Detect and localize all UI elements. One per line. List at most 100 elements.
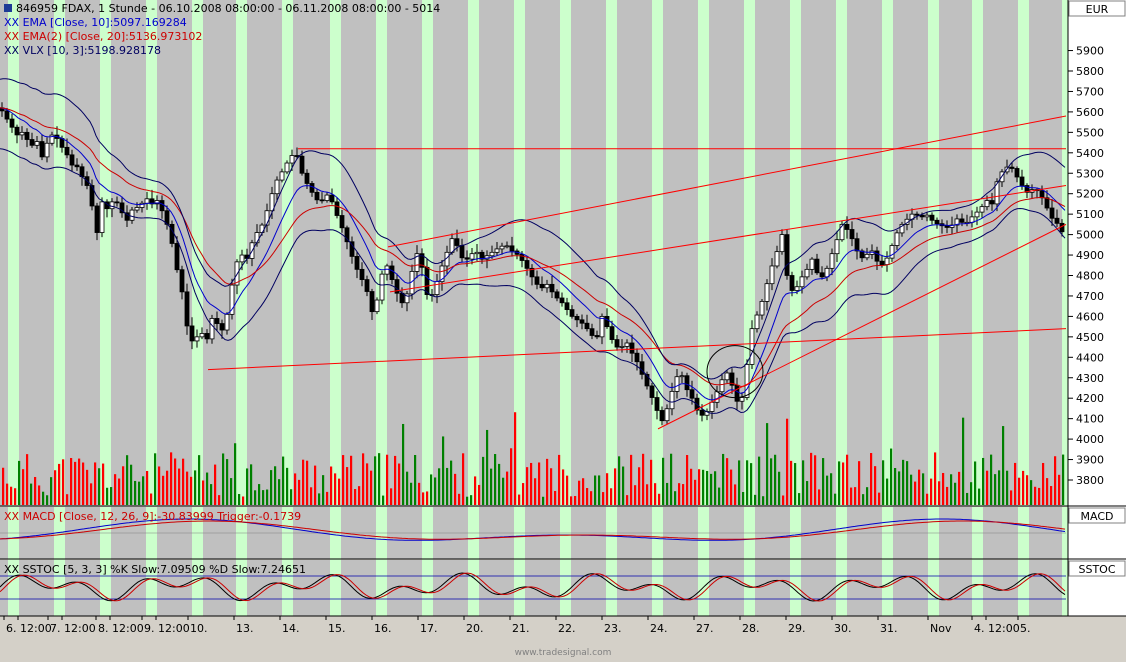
session-stripe: [744, 507, 755, 616]
volume-bar: [266, 489, 269, 505]
volume-bar: [210, 484, 213, 505]
volume-bar: [466, 496, 469, 505]
candle-body: [654, 397, 660, 411]
volume-bar: [778, 471, 781, 505]
candle-body: [769, 265, 775, 285]
volume-bar: [502, 477, 505, 505]
volume-bar: [186, 471, 189, 505]
volume-bar: [598, 475, 601, 505]
volume-bar: [858, 461, 861, 505]
volume-bar: [202, 480, 205, 505]
volume-bar: [1022, 470, 1025, 505]
volume-bar: [254, 490, 257, 505]
macd-tag: MACD: [1081, 510, 1114, 523]
volume-bar: [306, 460, 309, 505]
session-stripe: [606, 507, 617, 616]
volume-bar: [38, 485, 41, 505]
volume-bar: [418, 482, 421, 505]
candle-body: [589, 328, 595, 336]
volume-bar: [474, 476, 477, 505]
y-tick-label: 5600: [1076, 106, 1104, 119]
volume-bar: [558, 454, 561, 505]
volume-bar: [710, 473, 713, 505]
volume-bar: [878, 492, 881, 505]
candle-body: [384, 265, 390, 275]
volume-bar: [646, 484, 649, 505]
candle-body: [299, 155, 305, 174]
ema20-legend: XX EMA(2) [Close, 20]:5136.973102: [4, 30, 202, 43]
candle-body: [59, 138, 65, 148]
y-tick-label: 4100: [1076, 413, 1104, 426]
volume-bar: [666, 482, 669, 505]
x-tick-label: 9.: [144, 622, 155, 635]
y-tick-label: 5200: [1076, 188, 1104, 201]
volume-bar: [614, 468, 617, 505]
session-stripe: [100, 0, 111, 506]
volume-bar: [870, 453, 873, 505]
volume-bar: [1038, 487, 1041, 505]
volume-bar: [958, 471, 961, 505]
candle-body: [334, 201, 340, 216]
x-tick-label: 23.: [604, 622, 622, 635]
watermark: www.tradesignal.com: [515, 648, 612, 658]
volume-bar: [230, 478, 233, 505]
session-stripe: [376, 0, 387, 506]
candle-body: [424, 266, 430, 295]
volume-bar: [410, 482, 413, 505]
candle-body: [674, 376, 680, 392]
volume-bar: [358, 486, 361, 505]
volume-bar: [114, 474, 117, 505]
candle-body: [274, 179, 280, 195]
session-stripe: [928, 0, 939, 506]
candle-body: [944, 225, 950, 228]
y-tick-label: 5100: [1076, 208, 1104, 221]
candle-body: [814, 258, 820, 274]
candle-body: [304, 172, 310, 184]
volume-bar: [602, 492, 605, 505]
y-tick-label: 4900: [1076, 249, 1104, 262]
symbol-title: 846959 FDAX, 1 Stunde - 06.10.2008 08:00…: [16, 2, 440, 15]
session-stripe: [192, 507, 203, 616]
candle-body: [454, 238, 460, 246]
volume-bar: [986, 470, 989, 505]
volume-bar: [898, 471, 901, 505]
candle-body: [324, 194, 330, 201]
candle-body: [879, 260, 885, 265]
candle-body: [559, 297, 565, 304]
candle-body: [744, 364, 750, 398]
volume-bar: [174, 458, 177, 505]
volume-bar: [538, 462, 541, 505]
candle-body: [874, 250, 880, 262]
volume-bar: [522, 483, 525, 505]
candle-body: [504, 245, 510, 248]
sstoc-tag: SSTOC: [1078, 563, 1115, 576]
volume-bar: [206, 472, 209, 505]
candle-body: [64, 146, 70, 156]
candle-body: [929, 214, 935, 221]
volume-bar: [222, 453, 225, 505]
session-stripe: [652, 507, 663, 616]
volume-bar: [718, 487, 721, 505]
currency-label: EUR: [1086, 3, 1109, 16]
candle-body: [619, 345, 625, 348]
session-stripe: [54, 0, 65, 506]
volume-bar: [866, 487, 869, 505]
volume-bar: [58, 463, 61, 505]
candle-body: [719, 379, 725, 393]
candle-body: [239, 254, 245, 263]
candle-body: [549, 283, 555, 293]
volume-bar: [446, 467, 449, 505]
candle-body: [319, 199, 325, 202]
candle-body: [614, 339, 620, 348]
volume-bar: [850, 487, 853, 505]
candle-body: [1014, 168, 1020, 178]
volume-bar: [654, 483, 657, 505]
volume-bar: [98, 468, 101, 505]
volume-bar: [790, 460, 793, 505]
candle-body: [759, 301, 765, 316]
volume-bar: [366, 463, 369, 505]
volume-bar: [670, 453, 673, 505]
volume-bar: [806, 481, 809, 505]
volume-bar: [970, 482, 973, 505]
volume-bar: [982, 457, 985, 505]
